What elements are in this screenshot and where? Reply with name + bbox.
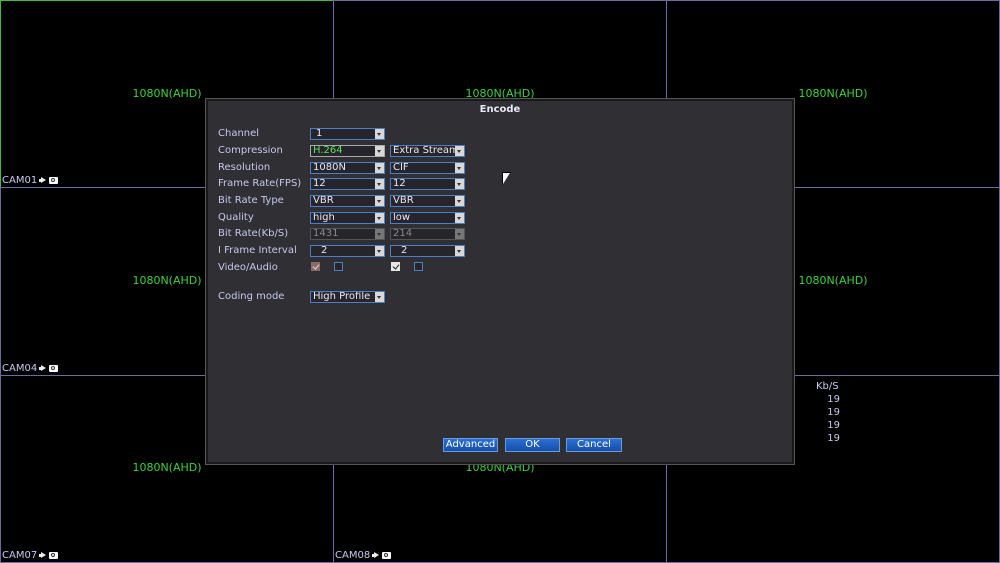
extra-video-checkbox[interactable] [391,262,400,271]
bit-rate-main-select: 1431 [310,228,385,240]
select-value: 214 [393,228,413,239]
extra-audio-checkbox[interactable] [414,262,423,271]
select-value: CIF [393,162,409,173]
chevron-down-icon [375,179,384,189]
speaker-icon [39,177,48,184]
speaker-icon [39,552,48,559]
stream-type-select[interactable]: Extra Stream [390,145,465,157]
chevron-down-icon [375,213,384,223]
select-value: low [393,212,411,223]
main-video-checkbox [311,262,320,271]
label-bit-rate-type: Bit Rate Type [218,195,284,206]
select-value: high [313,212,335,223]
channel-select[interactable]: 1 [310,128,385,140]
label-compression: Compression [218,145,283,156]
bitrate-stats: Kb/S 19 19 19 19 [790,380,840,445]
frame-rate-main-select[interactable]: 12 [310,178,385,190]
chevron-down-icon [375,246,384,256]
bit-rate-type-main-select[interactable]: VBR [310,195,385,207]
bit-rate-extra-select: 214 [390,228,465,240]
chevron-down-icon [455,163,464,173]
chevron-down-icon [375,229,384,239]
select-value: High Profile [313,291,371,302]
label-coding-mode: Coding mode [218,291,285,302]
camera-label: CAM08 [335,550,392,561]
select-value: 12 [393,178,406,189]
label-resolution: Resolution [218,162,271,173]
camera-label: CAM07 [2,550,59,561]
camera-name: CAM08 [335,550,371,561]
camera-label: CAM01 [2,175,59,186]
select-value: 12 [313,178,326,189]
chevron-down-icon [375,129,384,139]
coding-mode-select[interactable]: High Profile [310,291,385,303]
label-video-audio: Video/Audio [218,262,278,273]
chevron-down-icon [455,213,464,223]
select-value: 1431 [313,228,339,239]
chevron-down-icon [455,179,464,189]
label-frame-rate: Frame Rate(FPS) [218,178,302,189]
select-value: 1 [316,128,323,139]
encode-dialog: Encode [205,98,795,465]
label-bit-rate: Bit Rate(Kb/S) [218,228,289,239]
ok-button[interactable]: OK [505,438,560,452]
stats-value: 19 [827,433,840,444]
chevron-down-icon [375,196,384,206]
quality-extra-select[interactable]: low [390,212,465,224]
i-frame-extra-select[interactable]: 2 [390,245,465,257]
speaker-icon [372,552,381,559]
select-value: VBR [393,195,414,206]
chevron-down-icon [455,196,464,206]
camera-icon [49,177,59,184]
select-value: H.264 [313,145,343,156]
stats-value: 19 [827,420,840,431]
resolution-extra-select[interactable]: CIF [390,162,465,174]
mouse-cursor-icon [503,173,510,184]
chevron-down-icon [375,163,384,173]
speaker-icon [39,365,48,372]
camera-name: CAM04 [2,363,38,374]
select-value: 2 [321,245,328,256]
chevron-down-icon [375,146,384,156]
camera-name: CAM01 [2,175,38,186]
select-value: VBR [313,195,334,206]
stats-value: 19 [827,407,840,418]
advanced-button[interactable]: Advanced [443,438,498,452]
bit-rate-type-extra-select[interactable]: VBR [390,195,465,207]
label-channel: Channel [218,128,260,139]
select-value: 1080N [313,162,346,173]
main-audio-checkbox[interactable] [334,262,343,271]
chevron-down-icon [455,229,464,239]
camera-name: CAM07 [2,550,38,561]
chevron-down-icon [455,146,464,156]
camera-icon [49,365,59,372]
quality-main-select[interactable]: high [310,212,385,224]
chevron-down-icon [375,292,384,302]
resolution-main-select[interactable]: 1080N [310,162,385,174]
frame-rate-extra-select[interactable]: 12 [390,178,465,190]
select-value: Extra Stream [393,145,459,156]
label-quality: Quality [218,212,254,223]
camera-icon [49,552,59,559]
chevron-down-icon [455,246,464,256]
camera-icon [382,552,392,559]
dialog-title: Encode [479,104,521,115]
i-frame-main-select[interactable]: 2 [310,245,385,257]
cancel-button[interactable]: Cancel [566,438,622,452]
label-i-frame-interval: I Frame Interval [218,245,297,256]
compression-main-select[interactable]: H.264 [310,145,385,157]
select-value: 2 [401,245,408,256]
stats-header: Kb/S [816,381,839,392]
stats-value: 19 [827,394,840,405]
camera-label: CAM04 [2,363,59,374]
